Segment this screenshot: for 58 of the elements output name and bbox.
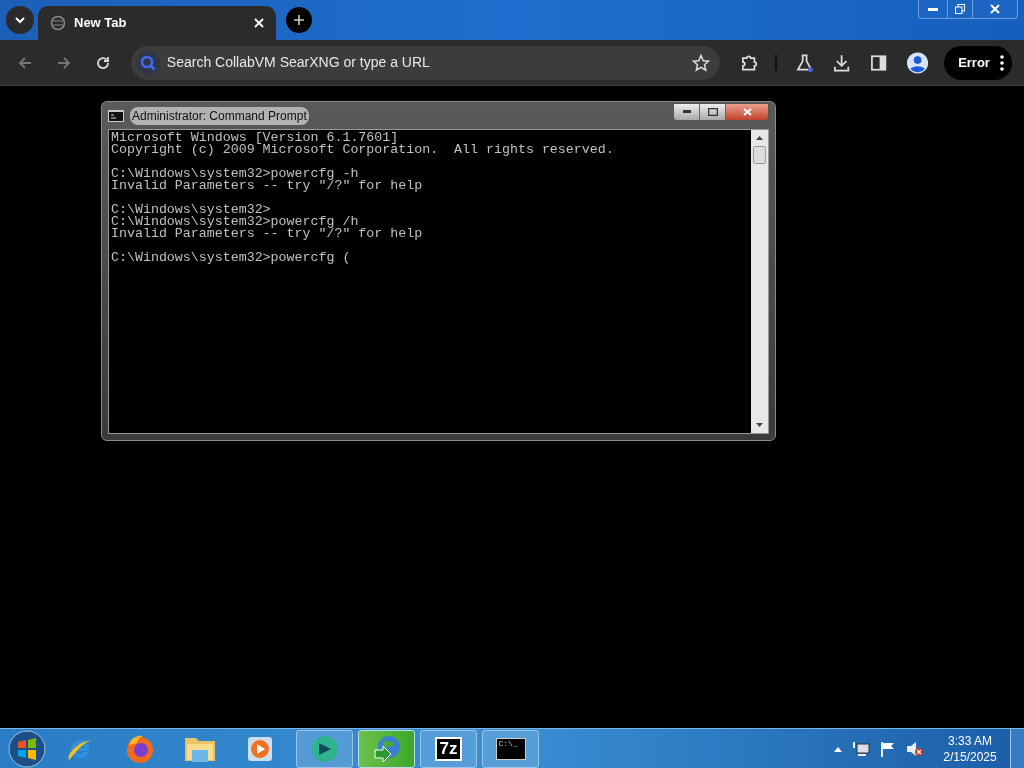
- more-icon: [999, 54, 1004, 71]
- scroll-thumb[interactable]: [753, 146, 766, 164]
- close-tab-icon[interactable]: [254, 18, 264, 28]
- disc-app-icon: [309, 733, 340, 764]
- address-bar[interactable]: Search CollabVM SearXNG or type a URL: [130, 45, 721, 80]
- maximize-button[interactable]: [700, 103, 726, 120]
- console-line: C:\Windows\system32>powercfg /h: [111, 216, 359, 228]
- network-icon[interactable]: [852, 740, 870, 757]
- clock-time: 3:33 AM: [948, 732, 992, 749]
- scrollbar[interactable]: [751, 130, 768, 433]
- search-icon: [134, 49, 161, 76]
- new-tab-button[interactable]: [286, 7, 312, 33]
- media-player-icon[interactable]: [247, 735, 273, 762]
- puzzle-icon[interactable]: [740, 52, 760, 73]
- maximize-icon: [707, 107, 718, 116]
- tab-search-button[interactable]: [6, 6, 34, 34]
- console-line: Invalid Parameters -- try "/?" for help: [111, 180, 424, 192]
- chevron-down-icon: [14, 14, 26, 26]
- close-icon: [990, 4, 1000, 14]
- side-panel-icon[interactable]: [869, 53, 887, 72]
- plus-icon: [293, 14, 305, 26]
- taskbar-window-button[interactable]: [296, 729, 353, 768]
- console-line: Microsoft Windows [Version 6.1.7601]: [111, 132, 399, 144]
- flask-icon[interactable]: [795, 52, 815, 73]
- forward-arrow-icon: [57, 55, 72, 70]
- download-icon[interactable]: [832, 52, 852, 73]
- console-logo: C:\_: [495, 737, 526, 760]
- clock-date: 2/15/2025: [943, 748, 997, 765]
- profile-error-button[interactable]: Error: [944, 45, 1012, 80]
- console-line: Copyright (c) 2009 Microsoft Corporation. All rights reserved.: [111, 144, 615, 156]
- minimize-icon: [928, 7, 938, 11]
- taskbar-window-button[interactable]: 7z: [420, 729, 477, 768]
- minimize-button[interactable]: [674, 103, 700, 120]
- star-icon[interactable]: [692, 53, 711, 72]
- console-line: C:\Windows\system32>: [111, 204, 271, 216]
- console-app-icon: [108, 109, 124, 122]
- window-title: Administrator: Command Prompt: [130, 106, 309, 125]
- address-placeholder: Search CollabVM SearXNG or type a URL: [166, 53, 431, 72]
- restore-icon: [955, 4, 965, 14]
- profile-avatar-icon[interactable]: [906, 51, 929, 74]
- taskbar-window-button[interactable]: [358, 729, 415, 768]
- archiver-logo: 7z: [434, 736, 463, 761]
- browser-tab[interactable]: New Tab: [38, 6, 276, 40]
- minimize-icon: [682, 110, 691, 113]
- taskbar-window-button[interactable]: C:\_: [482, 729, 539, 768]
- globe-icon: [50, 15, 66, 31]
- reload-icon: [96, 55, 111, 70]
- console-line: Invalid Parameters -- try "/?" for help: [111, 228, 424, 240]
- flag-icon[interactable]: [880, 740, 896, 757]
- console-line: C:\Windows\system32>powercfg -h: [111, 168, 359, 180]
- close-icon: [742, 107, 752, 116]
- muted-speaker-icon[interactable]: [906, 740, 924, 757]
- back-arrow-icon: [18, 55, 33, 70]
- console-line: C:\Windows\system32>powercfg (: [111, 252, 352, 264]
- restore-button[interactable]: [947, 0, 973, 18]
- start-orb-icon[interactable]: [8, 729, 46, 768]
- show-hidden-icons-icon[interactable]: [834, 745, 842, 752]
- close-button[interactable]: [726, 103, 768, 120]
